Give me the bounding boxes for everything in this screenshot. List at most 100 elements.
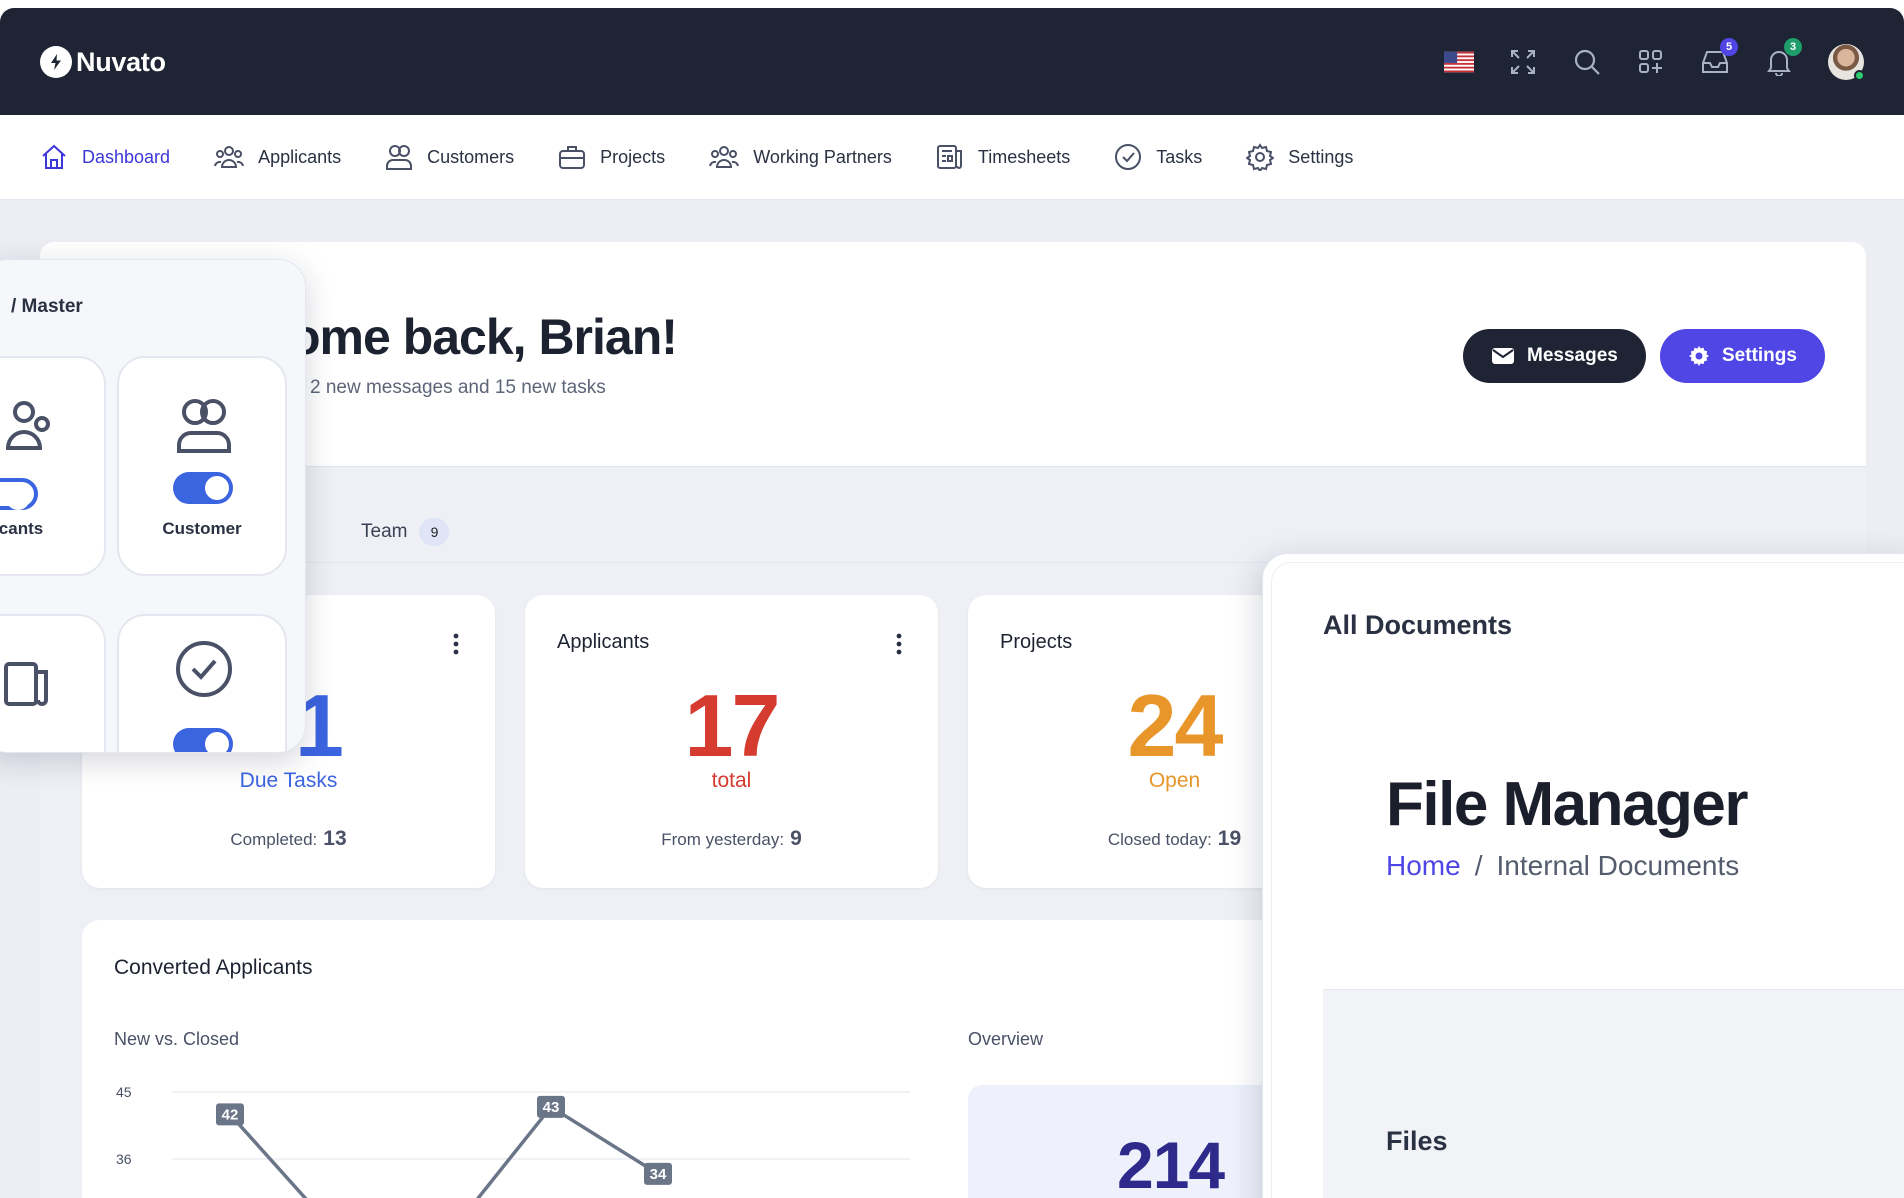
line-chart: 45 36 42 43 34 bbox=[116, 1084, 910, 1198]
bolt-icon bbox=[40, 46, 72, 78]
gear-icon bbox=[1689, 346, 1709, 366]
nav-item-applicants[interactable]: Applicants bbox=[214, 144, 341, 170]
settings-button-label: Settings bbox=[1722, 345, 1797, 366]
data-label: 34 bbox=[650, 1166, 667, 1183]
home-icon bbox=[42, 144, 66, 169]
apps-icon[interactable] bbox=[1636, 47, 1666, 77]
envelope-icon bbox=[1492, 348, 1514, 364]
series-line bbox=[228, 1104, 659, 1198]
overview-value: 214 bbox=[1117, 1128, 1225, 1198]
nav-item-label: Working Partners bbox=[753, 146, 892, 167]
files-section bbox=[1323, 989, 1904, 1198]
nav-item-working-partners[interactable]: Working Partners bbox=[709, 144, 892, 170]
timesheet-icon bbox=[936, 145, 962, 169]
master-tile-applicants[interactable]: cants bbox=[0, 356, 106, 576]
data-label: 42 bbox=[222, 1106, 239, 1123]
nav-item-customers[interactable]: Customers bbox=[385, 143, 514, 171]
toggle-switch[interactable] bbox=[0, 478, 38, 510]
welcome-title: ome back, Brian! bbox=[290, 309, 678, 365]
top-bar: Nuvato 5 3 bbox=[0, 8, 1904, 115]
stat-label: total bbox=[711, 769, 752, 792]
nav-item-label: Tasks bbox=[1156, 146, 1203, 167]
briefcase-icon bbox=[559, 146, 586, 169]
more-vertical-icon[interactable] bbox=[896, 633, 902, 655]
breadcrumb-separator: / bbox=[1474, 850, 1483, 881]
tab-team[interactable]: Team 9 bbox=[361, 518, 450, 546]
brand-logo[interactable]: Nuvato bbox=[40, 46, 166, 78]
breadcrumb: Home / Internal Documents bbox=[1386, 850, 1739, 882]
nav-item-timesheets[interactable]: Timesheets bbox=[936, 144, 1070, 170]
data-label: 43 bbox=[543, 1099, 560, 1116]
search-icon[interactable] bbox=[1572, 47, 1602, 77]
stat-footer: Completed: 13 bbox=[82, 827, 495, 851]
fullscreen-icon[interactable] bbox=[1508, 47, 1538, 77]
avatar[interactable] bbox=[1828, 44, 1865, 81]
stat-title: Projects bbox=[1000, 631, 1073, 653]
master-tile-timesheets[interactable] bbox=[0, 614, 106, 752]
us-flag-icon[interactable] bbox=[1444, 47, 1474, 77]
customers-icon bbox=[386, 145, 413, 170]
tab-label: Team bbox=[361, 521, 408, 542]
nav-item-tasks[interactable]: Tasks bbox=[1114, 143, 1202, 171]
y-tick-label: 36 bbox=[116, 1151, 132, 1167]
stat-footer-value: 13 bbox=[323, 827, 347, 850]
chart-subtitle: New vs. Closed bbox=[114, 1029, 240, 1049]
stat-footer-value: 9 bbox=[790, 827, 802, 850]
nav-item-label: Applicants bbox=[258, 146, 342, 167]
nav-item-label: Timesheets bbox=[977, 146, 1071, 167]
stat-footer-label: From yesterday: bbox=[661, 830, 785, 849]
nav-item-label: Projects bbox=[600, 146, 666, 167]
overview-label: Overview bbox=[968, 1029, 1044, 1049]
partners-icon bbox=[709, 146, 740, 168]
messages-button-label: Messages bbox=[1527, 345, 1618, 366]
breadcrumb-current: Internal Documents bbox=[1496, 850, 1740, 881]
master-panel: / Master cants Customer bbox=[0, 259, 306, 753]
messages-button[interactable]: Messages bbox=[1463, 329, 1646, 383]
brand-name: Nuvato bbox=[76, 46, 166, 77]
settings-button[interactable]: Settings bbox=[1660, 329, 1825, 383]
users-icon bbox=[5, 401, 50, 450]
nav-item-settings[interactable]: Settings bbox=[1246, 143, 1353, 171]
notification-badge: 3 bbox=[1784, 38, 1802, 56]
file-manager-heading: File Manager bbox=[1386, 770, 1749, 839]
master-tile-customer[interactable]: Customer bbox=[117, 356, 287, 576]
master-panel-title: / Master bbox=[11, 296, 83, 317]
nav-item-label: Customers bbox=[427, 146, 515, 167]
nav-item-dashboard[interactable]: Dashboard bbox=[40, 143, 170, 171]
welcome-subtitle: 2 new messages and 15 new tasks bbox=[310, 377, 606, 398]
files-heading: Files bbox=[1386, 1126, 1448, 1156]
customers-icon bbox=[177, 399, 231, 453]
stat-footer-label: Closed today: bbox=[1107, 830, 1212, 849]
stat-footer-label: Completed: bbox=[230, 830, 318, 849]
breadcrumb-home-link[interactable]: Home bbox=[1386, 850, 1461, 882]
stat-title: Applicants bbox=[557, 631, 650, 653]
more-vertical-icon[interactable] bbox=[453, 633, 459, 655]
file-manager-title: All Documents bbox=[1323, 610, 1513, 640]
bell-icon[interactable]: 3 bbox=[1764, 38, 1802, 77]
team-count-badge: 9 bbox=[419, 518, 450, 546]
online-status-dot bbox=[1854, 70, 1865, 81]
stat-label: Due Tasks bbox=[239, 769, 338, 792]
check-circle-icon bbox=[1115, 144, 1142, 170]
gear-icon bbox=[1246, 143, 1275, 171]
tile-label: cants bbox=[0, 519, 44, 538]
master-tile-tasks[interactable] bbox=[117, 614, 287, 752]
stat-card-applicants: Applicants 17 total From yesterday: 9 bbox=[525, 595, 938, 888]
tabs-bar bbox=[40, 467, 1866, 563]
timesheet-icon bbox=[4, 662, 48, 706]
nav-item-projects[interactable]: Projects bbox=[558, 144, 665, 170]
users-icon bbox=[214, 146, 245, 168]
inbox-icon[interactable]: 5 bbox=[1700, 38, 1738, 77]
nav-item-label: Settings bbox=[1288, 146, 1354, 167]
toggle-switch[interactable] bbox=[173, 728, 233, 752]
tile-label: Customer bbox=[162, 519, 242, 538]
stat-footer: From yesterday: 9 bbox=[525, 827, 938, 851]
stat-footer-value: 19 bbox=[1217, 827, 1242, 850]
nav-item-label: Dashboard bbox=[82, 146, 171, 167]
main-nav: Dashboard Applicants Customers Projects … bbox=[0, 115, 1904, 200]
y-tick-label: 45 bbox=[116, 1084, 132, 1100]
check-circle-icon bbox=[176, 641, 232, 697]
stat-value: 17 bbox=[684, 676, 781, 775]
chart-card-title: Converted Applicants bbox=[114, 956, 313, 979]
toggle-switch[interactable] bbox=[173, 472, 233, 504]
